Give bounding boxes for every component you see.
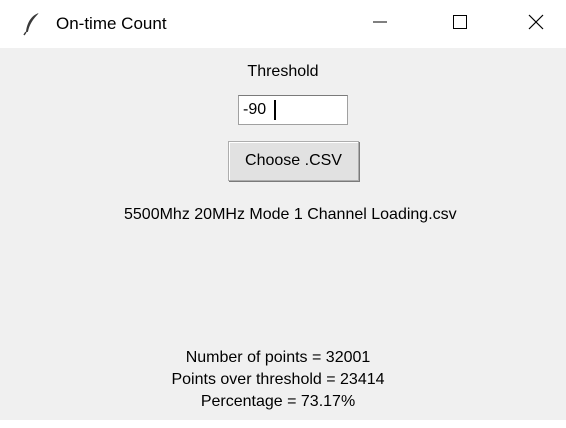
bottom-edge xyxy=(0,420,566,428)
minimize-button[interactable] xyxy=(350,0,410,48)
percentage-text: Percentage = 73.17% xyxy=(200,393,356,410)
results-panel: Number of points = 32001 Points over thr… xyxy=(0,347,556,413)
close-button[interactable] xyxy=(506,0,566,48)
close-icon xyxy=(527,13,545,36)
maximize-button[interactable] xyxy=(430,0,490,48)
choose-csv-button[interactable]: Choose .CSV xyxy=(228,141,359,181)
threshold-input[interactable] xyxy=(238,95,348,125)
maximize-icon xyxy=(452,14,468,35)
selected-file-label: 5500Mhz 20MHz Mode 1 Channel Loading.csv xyxy=(124,206,457,223)
feather-icon xyxy=(22,12,44,36)
points-over-threshold-text: Points over threshold = 23414 xyxy=(171,371,385,388)
app-window: On-time Count Threshold -90 Choose .CSV … xyxy=(0,0,566,428)
title-bar[interactable]: On-time Count xyxy=(0,0,566,48)
points-count-text: Number of points = 32001 xyxy=(185,349,371,366)
minimize-icon xyxy=(372,14,388,35)
threshold-label: Threshold xyxy=(247,63,319,80)
window-title: On-time Count xyxy=(56,14,167,33)
text-cursor xyxy=(274,100,276,120)
